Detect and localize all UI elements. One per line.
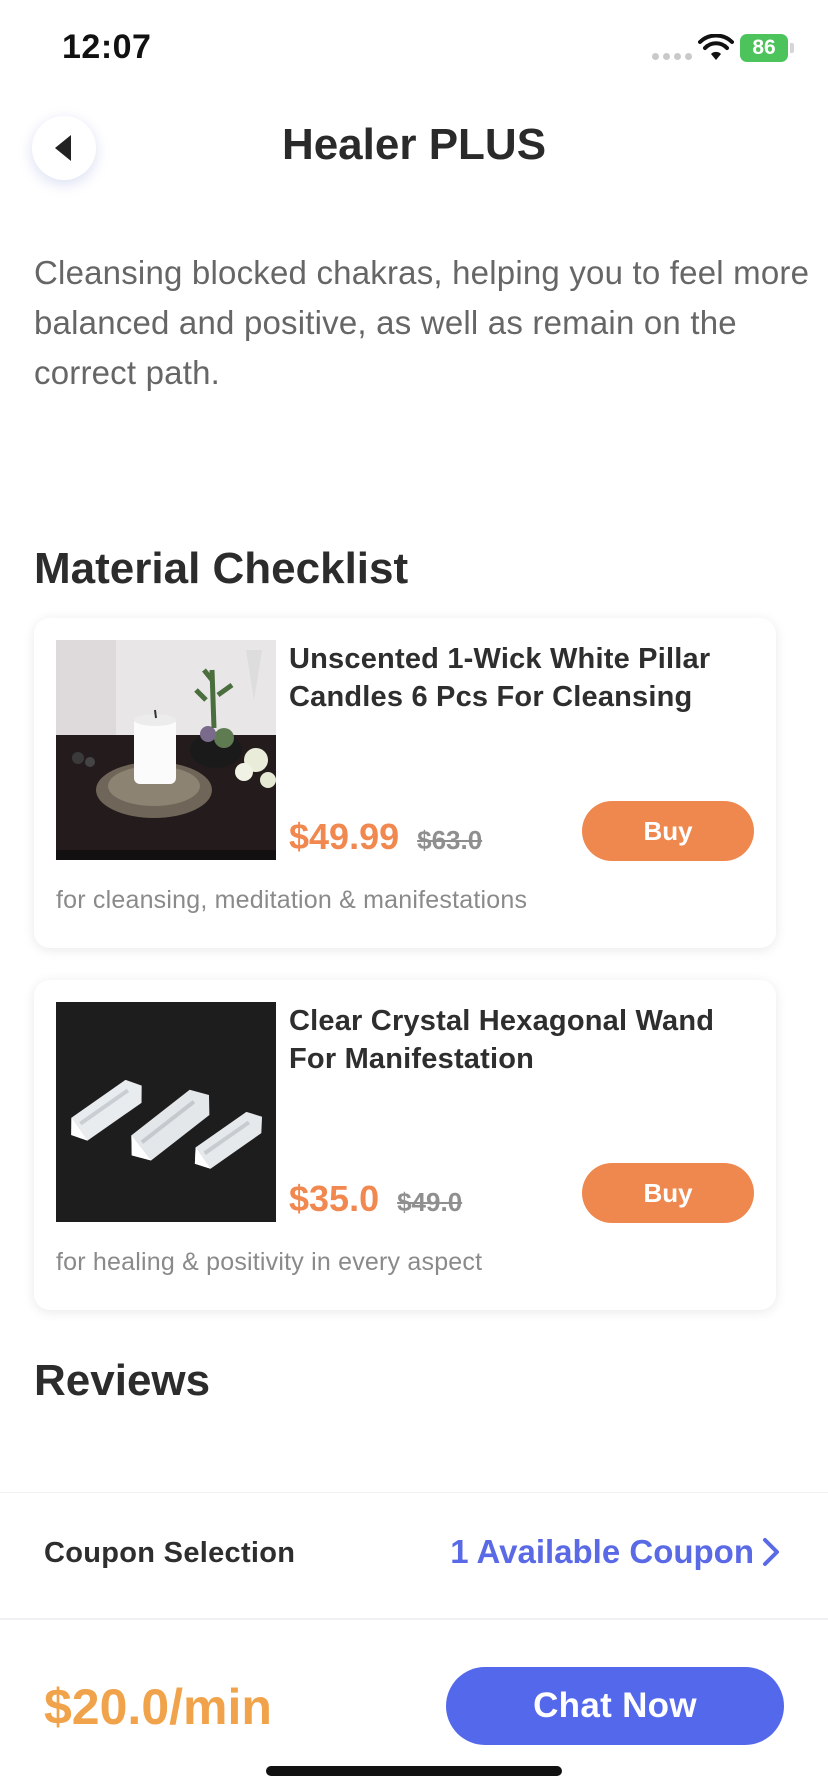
product-original-price: $63.0 [417, 825, 483, 855]
buy-button[interactable]: Buy [582, 1163, 754, 1223]
material-checklist-heading: Material Checklist [34, 544, 409, 593]
status-time: 12:07 [62, 28, 152, 66]
chat-now-button[interactable]: Chat Now [446, 1667, 784, 1745]
price-row: $49.99 $63.0 [289, 816, 482, 858]
wifi-icon [698, 34, 734, 60]
crystal-product-image[interactable] [56, 1002, 276, 1222]
buy-button[interactable]: Buy [582, 801, 754, 861]
price-row: $35.0 $49.0 [289, 1178, 462, 1220]
product-original-price: $49.0 [397, 1187, 463, 1217]
chevron-right-icon [763, 1538, 779, 1566]
coupon-selection-bar[interactable]: Coupon Selection 1 Available Coupon [0, 1492, 828, 1620]
service-description: Cleansing blocked chakras, helping you t… [34, 254, 810, 391]
product-name[interactable]: Unscented 1-Wick White Pillar Candles 6 … [289, 640, 759, 716]
page-title: Healer PLUS [281, 120, 547, 169]
battery-cap [790, 43, 794, 53]
cellular-signal-icon [652, 53, 692, 60]
product-note: for healing & positivity in every aspect [56, 1248, 483, 1276]
candle-product-image[interactable] [56, 640, 276, 860]
available-coupon-text: 1 Available Coupon [450, 1533, 754, 1570]
reviews-heading: Reviews [34, 1356, 211, 1405]
coupon-selection-label: Coupon Selection [44, 1537, 296, 1569]
home-indicator [266, 1766, 562, 1776]
product-name[interactable]: Clear Crystal Hexagonal Wand For Manifes… [289, 1002, 759, 1078]
price-per-minute: $20.0/min [44, 1679, 272, 1735]
product-note: for cleansing, meditation & manifestatio… [56, 886, 528, 914]
product-price: $35.0 [289, 1178, 380, 1219]
available-coupon-link[interactable]: 1 Available Coupon [450, 1533, 780, 1571]
product-price: $49.99 [289, 816, 400, 857]
product-card[interactable]: Unscented 1-Wick White Pillar Candles 6 … [34, 618, 776, 948]
battery-icon: 86 [740, 34, 788, 62]
status-bar: 12:07 86 [0, 0, 828, 100]
product-card[interactable]: Clear Crystal Hexagonal Wand For Manifes… [34, 980, 776, 1310]
